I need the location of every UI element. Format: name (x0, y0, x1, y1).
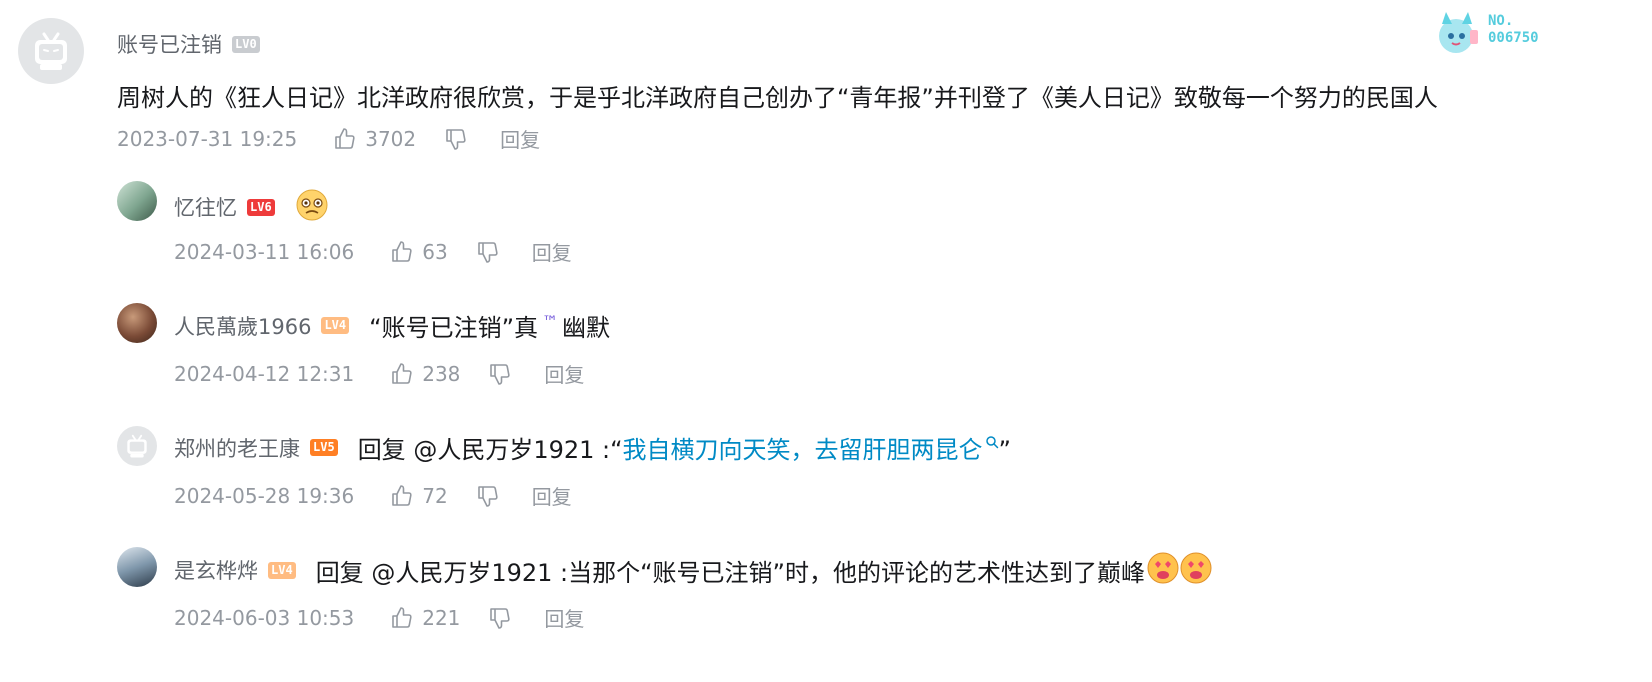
reply-button[interactable]: 回复 (532, 237, 572, 266)
reply-meta: 2024-04-12 12:31 238 回复 (174, 359, 584, 388)
reply-button[interactable]: 回复 (544, 359, 584, 388)
reply-header: 郑州的老王康 LV5 回复 @人民万岁1921 :“我自横刀向天笑，去留肝胆两昆… (174, 430, 1011, 465)
reply-text: 回复 @人民万岁1921 :当那个“账号已注销”时，他的评论的艺术性达到了巅峰 (315, 558, 1145, 587)
reply-meta: 2024-06-03 10:53 221 回复 (174, 603, 584, 632)
reply-text-suffix: ” (998, 436, 1011, 464)
main-comment-text: 周树人的《狂人日记》北洋政府很欣赏，于是乎北洋政府自己创办了“青年报”并刊登了《… (117, 84, 1438, 112)
reply-username[interactable]: 人民萬歲1966 (174, 311, 311, 341)
like-count: 63 (422, 239, 448, 264)
thumbs-down-icon (477, 485, 498, 507)
level-badge: LV4 (321, 317, 350, 334)
level-badge: LV6 (247, 198, 275, 216)
like-count: 72 (422, 483, 448, 508)
comment-time: 2024-06-03 10:53 (174, 605, 355, 630)
tm-mark: ™ (542, 312, 559, 331)
reply-button[interactable]: 回复 (532, 481, 572, 510)
reply-button[interactable]: 回复 (544, 603, 584, 632)
level-badge: LV0 (232, 35, 260, 53)
like-button[interactable]: 63 (390, 239, 448, 264)
bilibili-tv-icon (35, 32, 67, 70)
like-count: 238 (422, 361, 461, 386)
worried-face-emoji (295, 188, 329, 226)
level-badge: LV4 (268, 561, 296, 579)
comment-time: 2023-07-31 19:25 (117, 126, 298, 151)
thumbs-down-icon (477, 241, 498, 263)
search-icon[interactable] (985, 435, 999, 449)
reply-avatar[interactable] (117, 426, 157, 466)
reply-meta: 2024-03-11 16:06 63 回复 (174, 237, 572, 266)
reply-text-after: 幽默 (562, 314, 611, 342)
main-comment-avatar[interactable] (18, 18, 84, 84)
dislike-button[interactable] (476, 240, 500, 264)
bilibili-tv-icon (127, 434, 147, 458)
dislike-button[interactable] (476, 484, 500, 508)
reply-avatar[interactable] (117, 181, 157, 221)
anime-character-icon (1439, 12, 1478, 53)
reply-meta: 2024-05-28 19:36 72 回复 (174, 481, 572, 510)
thumbs-down-icon (490, 607, 511, 629)
dislike-button[interactable] (488, 606, 512, 630)
reply-header: 忆往忆 LV6 (174, 188, 329, 226)
thumbs-down-icon (490, 363, 511, 385)
reply-text: 回复 @人民万岁1921 :“ (357, 436, 623, 464)
search-link[interactable]: 我自横刀向天笑，去留肝胆两昆仑 (623, 436, 983, 464)
thumbs-up-icon (392, 606, 412, 628)
thumbs-up-icon (392, 240, 412, 262)
reply-header: 人民萬歲1966 LV4 “账号已注销”真 ™ 幽默 (174, 308, 610, 343)
level-badge: LV5 (310, 439, 338, 456)
reply-username[interactable]: 忆往忆 (174, 192, 237, 222)
reply-username[interactable]: 是玄桦烨 (174, 555, 258, 585)
heart-eyes-face-emoji (1147, 551, 1213, 589)
comment-time: 2024-03-11 16:06 (174, 239, 355, 264)
like-button[interactable]: 72 (390, 483, 448, 508)
like-button[interactable]: 3702 (333, 127, 416, 151)
thumbs-up-icon (392, 484, 412, 506)
dislike-button[interactable] (444, 127, 468, 151)
reply-avatar[interactable] (117, 303, 157, 343)
thumbs-up-icon (392, 362, 412, 384)
thumbs-up-icon (335, 127, 355, 149)
main-comment-header: 账号已注销 LV0 (117, 29, 260, 59)
badge-label: NO. (1488, 13, 1514, 29)
reply-text: “账号已注销”真 (369, 314, 539, 342)
like-count: 221 (422, 605, 461, 630)
dislike-button[interactable] (488, 362, 512, 386)
reply-header: 是玄桦烨 LV4 回复 @人民万岁1921 :当那个“账号已注销”时，他的评论的… (174, 551, 1213, 589)
like-count: 3702 (365, 126, 417, 151)
comment-time: 2024-05-28 19:36 (174, 483, 355, 508)
reply-avatar[interactable] (117, 547, 157, 587)
thumbs-down-icon (446, 128, 466, 150)
fan-badge: NO. 006750 (1432, 10, 1632, 56)
reply-username[interactable]: 郑州的老王康 (174, 433, 300, 463)
reply-button[interactable]: 回复 (500, 124, 540, 153)
badge-number: 006750 (1488, 30, 1539, 46)
like-button[interactable]: 238 (390, 362, 460, 386)
like-button[interactable]: 221 (390, 606, 460, 630)
main-comment-username[interactable]: 账号已注销 (117, 29, 222, 59)
comment-time: 2024-04-12 12:31 (174, 361, 355, 386)
main-comment-meta: 2023-07-31 19:25 3702 回复 (117, 124, 540, 153)
